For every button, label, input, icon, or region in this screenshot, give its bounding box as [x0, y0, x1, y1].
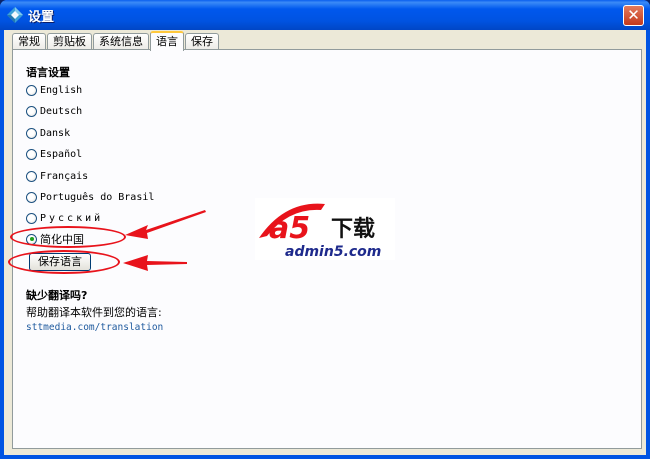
- language-option-label: Dansk: [40, 127, 71, 139]
- arrow-to-language-icon: [125, 210, 206, 239]
- watermark-download-text: 下载: [331, 216, 375, 242]
- radio-button[interactable]: [26, 148, 37, 160]
- radio-button[interactable]: [26, 84, 37, 96]
- window-title: 设置: [28, 10, 55, 25]
- language-option-portugues[interactable]: Português do Brasil: [26, 189, 154, 205]
- language-option-label: English: [40, 84, 83, 96]
- annotation-arrows: [123, 210, 206, 271]
- watermark-logo: a5 下载 admin5.com: [255, 198, 395, 260]
- language-option-dansk[interactable]: Dansk: [26, 125, 70, 141]
- tab-strip: 常规 剪贴板 系统信息 语言 保存: [12, 31, 220, 51]
- radio-button[interactable]: [26, 127, 37, 139]
- close-icon: ✕: [627, 6, 640, 24]
- language-option-label: Deutsch: [40, 105, 83, 117]
- missing-translation-description: 帮助翻译本软件到您的语言:: [26, 306, 162, 319]
- tab-system-info[interactable]: 系统信息: [93, 33, 149, 50]
- close-button[interactable]: ✕: [623, 5, 644, 26]
- language-settings-heading: 语言设置: [26, 66, 70, 79]
- tab-general[interactable]: 常规: [12, 33, 46, 50]
- radio-button[interactable]: [26, 212, 37, 224]
- radio-button[interactable]: [26, 170, 37, 182]
- language-option-label: Español: [40, 148, 83, 160]
- app-icon: [7, 7, 23, 23]
- title-bar[interactable]: 设置 ✕: [0, 0, 650, 30]
- annotation-ellipse-save: [8, 250, 120, 274]
- watermark-site-text: admin5.com: [285, 244, 381, 260]
- watermark-logo-text: a5: [269, 211, 310, 246]
- language-option-deutsch[interactable]: Deutsch: [26, 103, 82, 119]
- radio-button[interactable]: [26, 105, 37, 117]
- radio-button[interactable]: [26, 191, 37, 203]
- language-option-label: Português do Brasil: [40, 191, 155, 203]
- language-option-label: Русский: [40, 212, 104, 224]
- language-option-francais[interactable]: Français: [26, 168, 88, 184]
- translation-link[interactable]: sttmedia.com/translation: [26, 322, 163, 333]
- arrow-to-save-icon: [123, 255, 187, 271]
- missing-translation-title: 缺少翻译吗?: [26, 289, 88, 302]
- tab-clipboard[interactable]: 剪贴板: [47, 33, 92, 50]
- language-option-russian[interactable]: Русский: [26, 210, 103, 226]
- tab-language[interactable]: 语言: [150, 31, 184, 51]
- annotation-ellipse-language: [10, 226, 126, 248]
- language-option-label: Français: [40, 170, 89, 182]
- language-option-espanol[interactable]: Español: [26, 146, 82, 162]
- tab-save[interactable]: 保存: [185, 33, 219, 50]
- a5-logo-icon: a5 下载 admin5.com: [259, 203, 381, 260]
- language-option-english[interactable]: English: [26, 82, 82, 98]
